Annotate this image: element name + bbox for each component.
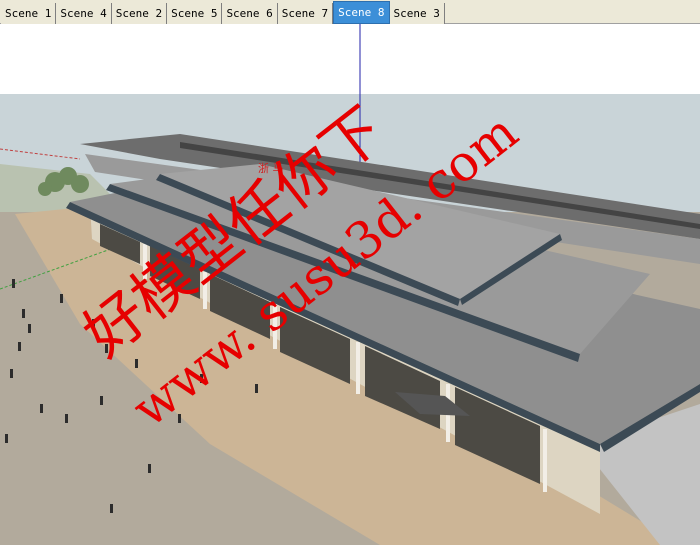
sketchup-window: Scene 1 Scene 4 Scene 2 Scene 5 Scene 6 Scene… (0, 0, 700, 545)
scene-tab-scene-7[interactable]: Scene 7 (277, 3, 334, 24)
model-viewport[interactable]: 浙 马 好模型任你下 www. susu3d. com (0, 24, 700, 545)
scene-tab-scene-3[interactable]: Scene 3 (389, 3, 445, 24)
scene-tab-scene-8[interactable]: Scene 8 (333, 1, 390, 24)
scene-tab-scene-2[interactable]: Scene 2 (111, 3, 168, 24)
scene-tab-bar: Scene 1 Scene 4 Scene 2 Scene 5 Scene 6 Scene… (0, 0, 700, 24)
model-canvas[interactable]: 浙 马 好模型任你下 www. susu3d. com (0, 24, 700, 545)
scene-tabs: Scene 1 Scene 4 Scene 2 Scene 5 Scene 6 Scene… (0, 0, 700, 24)
sky-upper (0, 24, 700, 104)
scene-tab-scene-5[interactable]: Scene 5 (167, 3, 223, 24)
scene-tab-scene-6[interactable]: Scene 6 (222, 3, 278, 24)
scene-tab-scene-1[interactable]: Scene 1 (1, 3, 57, 24)
scene-tab-scene-4[interactable]: Scene 4 (56, 3, 112, 24)
